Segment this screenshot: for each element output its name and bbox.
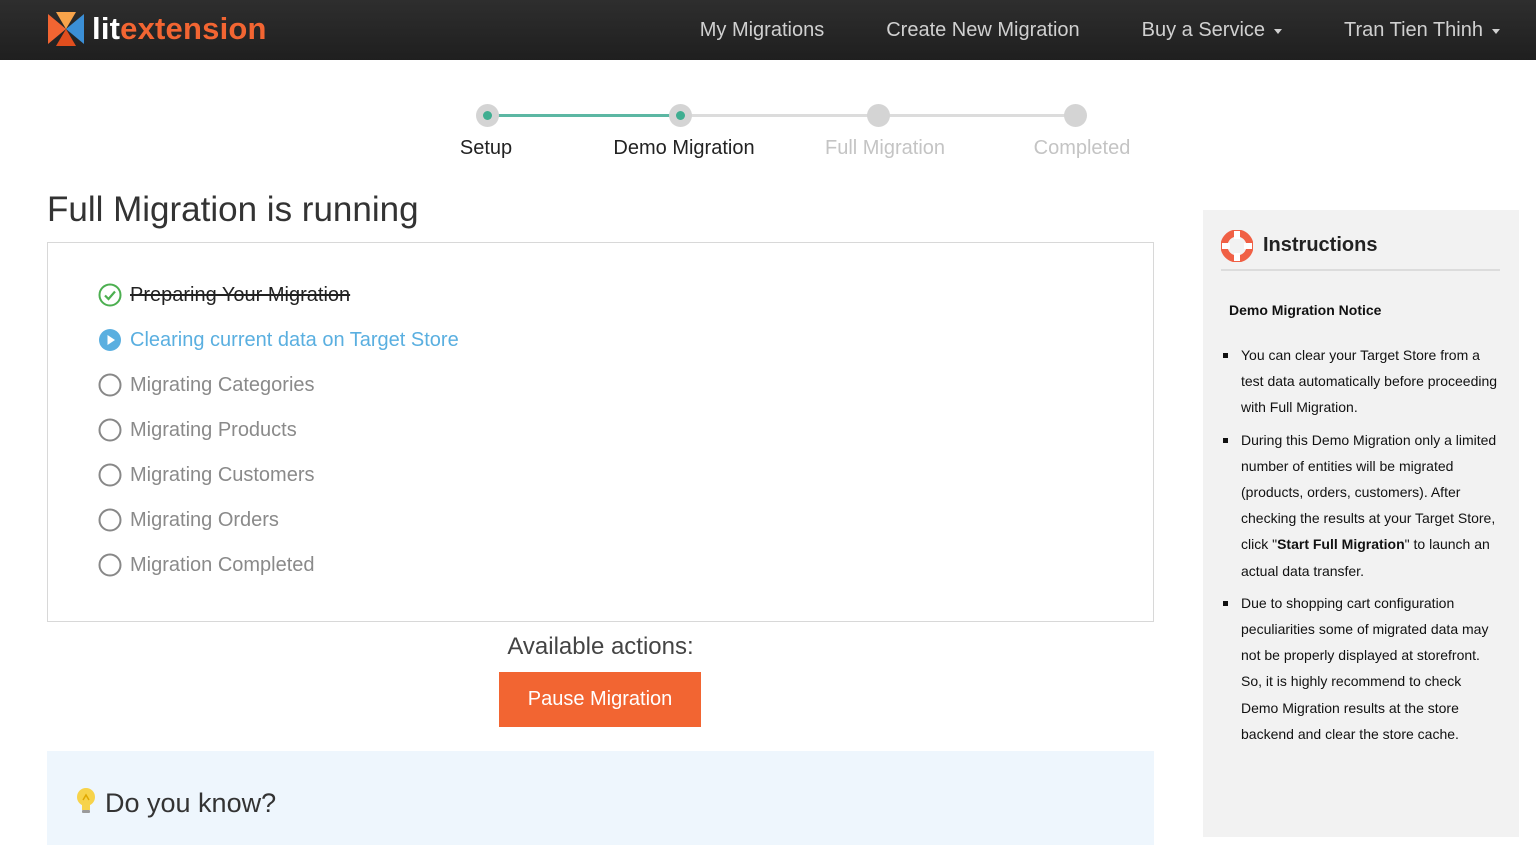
task-preparing: Preparing Your Migration (98, 283, 350, 307)
litextension-logo-icon (48, 12, 84, 46)
empty-circle-icon (98, 418, 122, 442)
play-circle-icon (99, 329, 121, 351)
check-circle-icon (98, 283, 122, 307)
task-migrating-customers: Migrating Customers (98, 463, 315, 487)
task-migrating-orders: Migrating Orders (98, 508, 279, 532)
brand-name: litextension (92, 11, 267, 46)
instruction-item: During this Demo Migration only a limite… (1223, 427, 1498, 584)
empty-circle-icon (98, 373, 122, 397)
task-migration-completed: Migration Completed (98, 553, 315, 577)
instructions-list: You can clear your Target Store from a t… (1223, 342, 1498, 753)
task-clearing-data: Clearing current data on Target Store (98, 328, 459, 352)
step-dot-full-migration (867, 104, 890, 127)
nav-create-new-migration[interactable]: Create New Migration (886, 19, 1079, 42)
nav-buy-a-service[interactable]: Buy a Service (1142, 19, 1283, 42)
caret-down-icon (1492, 29, 1500, 34)
page-title: Full Migration is running (47, 190, 419, 229)
step-dot-setup (476, 104, 499, 127)
available-actions-label: Available actions: (507, 633, 694, 660)
empty-circle-icon (98, 553, 122, 577)
demo-migration-notice-heading: Demo Migration Notice (1229, 302, 1382, 318)
instructions-sidebar: Instructions Demo Migration Notice You c… (1203, 210, 1519, 837)
step-label-full-migration: Full Migration (824, 137, 946, 159)
step-label-completed: Completed (1033, 137, 1131, 159)
stepper-track-done (488, 114, 680, 117)
do-you-know-panel: Do you know? (47, 751, 1154, 845)
caret-down-icon (1274, 29, 1283, 34)
do-you-know-title: Do you know? (105, 788, 277, 818)
instructions-title: Instructions (1263, 234, 1378, 256)
main-nav: My Migrations Create New Migration Buy a… (638, 0, 1500, 60)
migration-stepper: Setup Demo Migration Full Migration Comp… (440, 102, 1160, 162)
instructions-header: Instructions (1221, 230, 1500, 271)
step-label-demo-migration: Demo Migration (613, 137, 755, 159)
top-navbar: litextension My Migrations Create New Mi… (0, 0, 1536, 60)
brand-logo[interactable]: litextension (46, 9, 267, 49)
lifebuoy-icon (1221, 230, 1253, 262)
step-dot-demo-migration (669, 104, 692, 127)
empty-circle-icon (98, 508, 122, 532)
instruction-item: Due to shopping cart configuration pecul… (1223, 590, 1498, 747)
empty-circle-icon (98, 463, 122, 487)
step-dot-completed (1064, 104, 1087, 127)
migration-progress-panel: Preparing Your Migration Clearing curren… (47, 242, 1154, 622)
nav-user-menu[interactable]: Tran Tien Thinh (1344, 19, 1500, 42)
lightbulb-icon (77, 788, 95, 813)
task-migrating-products: Migrating Products (98, 418, 297, 442)
task-migrating-categories: Migrating Categories (98, 373, 315, 397)
nav-my-migrations[interactable]: My Migrations (700, 19, 824, 42)
instruction-item: You can clear your Target Store from a t… (1223, 342, 1498, 421)
step-label-setup: Setup (459, 137, 513, 159)
pause-migration-button[interactable]: Pause Migration (499, 672, 701, 727)
